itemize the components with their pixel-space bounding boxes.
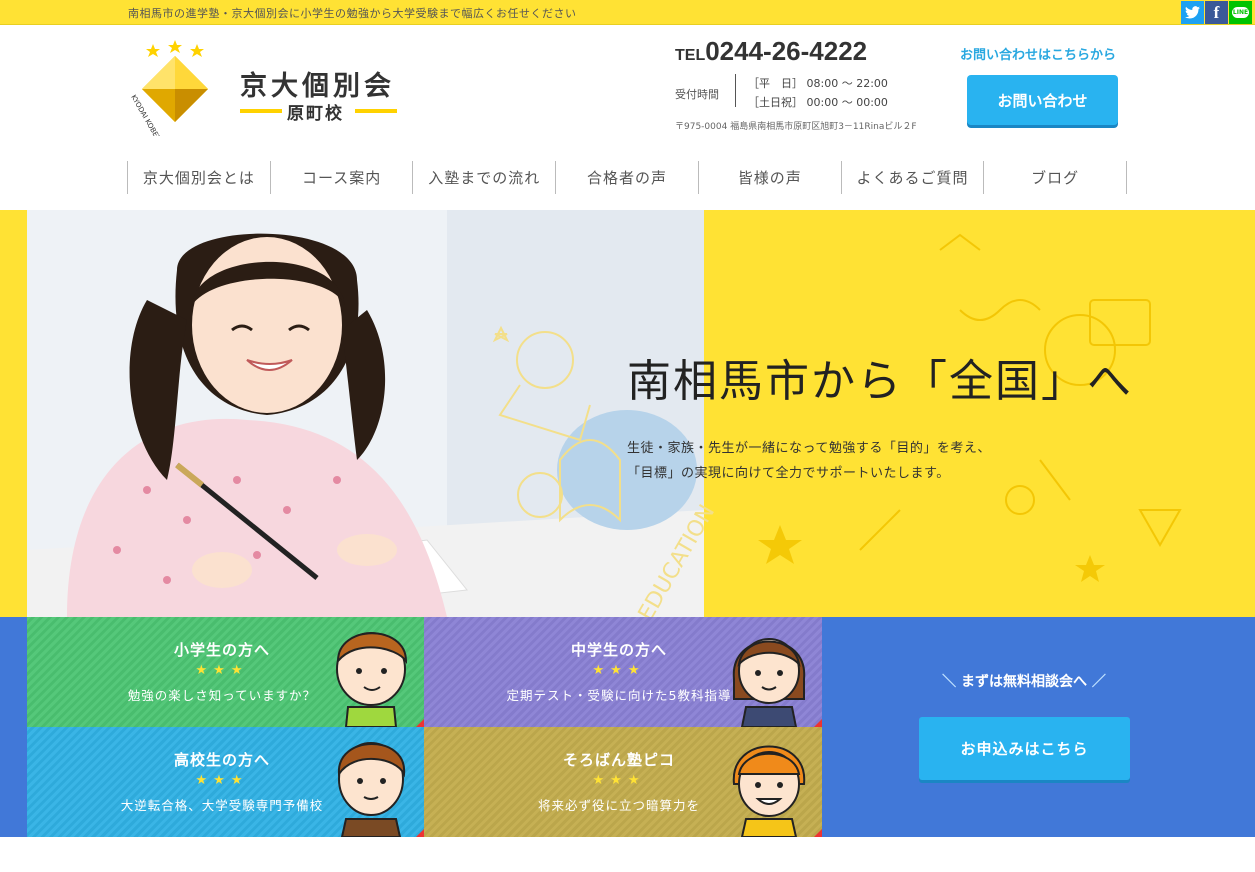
nav-item-success-stories[interactable]: 合格者の声 — [556, 161, 699, 194]
site-tagline: 南相馬市の進学塾・京大個別会に小学生の勉強から大学受験まで幅広くお任せください — [128, 7, 577, 20]
top-bar: 南相馬市の進学塾・京大個別会に小学生の勉強から大学受験まで幅広くお任せください — [0, 0, 1255, 25]
hero-title: 南相馬市から「全国」へ — [627, 356, 1133, 407]
hours-divider — [735, 74, 736, 107]
apply-button[interactable]: お申込みはこちら — [919, 717, 1130, 780]
logo-underline-right — [355, 109, 397, 113]
nav-item-testimonials[interactable]: 皆様の声 — [699, 161, 842, 194]
nav-item-faq[interactable]: よくあるご質問 — [842, 161, 985, 194]
logo-underline-left — [240, 109, 282, 113]
line-icon[interactable]: LINE — [1229, 1, 1252, 24]
course-card-high-school[interactable]: 高校生の方へ ★★★ 大逆転合格、大学受験専門予備校 — [27, 727, 424, 837]
hero-section: EDUCATION 南相馬市から「全国」へ 生徒・家族・先生が一緒になって勉強す… — [0, 210, 1255, 617]
nav-item-enrollment-flow[interactable]: 入塾までの流れ — [413, 161, 557, 194]
course-card-elementary[interactable]: 小学生の方へ ★★★ 勉強の楽しさ知っていますか？ — [27, 617, 424, 727]
logo-mark-icon[interactable]: KYODAI KOBETSUKAI — [125, 36, 225, 136]
course-card-abacus[interactable]: そろばん塾ピコ ★★★ 将来必ず役に立つ暗算力を — [424, 727, 822, 837]
facebook-icon[interactable]: f — [1205, 1, 1228, 24]
card-corner-marker — [814, 829, 822, 837]
boy-character-icon — [336, 632, 408, 727]
card-corner-marker — [416, 829, 424, 837]
twitter-icon[interactable] — [1181, 1, 1204, 24]
address: 〒975-0004 福島県南相馬市原町区旭町3－11Rinaビル２F — [675, 122, 917, 132]
card-corner-marker — [416, 719, 424, 727]
inquiry-prompt: お問い合わせはこちらから — [960, 48, 1117, 63]
school-doodles-decoration: EDUCATION — [492, 233, 1182, 617]
hours-weekend: ［土日祝］ 00:00 〜 00:00 — [748, 96, 888, 109]
course-card-junior-high[interactable]: 中学生の方へ ★★★ 定期テスト・受験に向けた5教科指導 — [424, 617, 822, 727]
hours-weekday: ［平 日］ 08:00 〜 22:00 — [748, 77, 888, 90]
nav-item-blog[interactable]: ブログ — [984, 161, 1128, 194]
girl-character-icon — [732, 638, 806, 727]
logo-title[interactable]: 京大個別会 — [240, 64, 395, 103]
nav-item-courses[interactable]: コース案内 — [271, 161, 414, 194]
high-school-boy-icon — [337, 742, 406, 837]
hours-label: 受付時間 — [675, 88, 719, 101]
logo-campus: 原町校 — [287, 104, 344, 124]
hero-subtitle: 生徒・家族・先生が一緒になって勉強する「目的」を考え、 「目標」の実現に向けて全… — [627, 441, 991, 481]
abacus-girl-icon — [732, 745, 806, 837]
nav-item-about[interactable]: 京大個別会とは — [128, 161, 271, 194]
main-nav: 京大個別会とは コース案内 入塾までの流れ 合格者の声 皆様の声 よくあるご質問… — [127, 161, 1128, 194]
svg-text:EDUCATION: EDUCATION — [634, 501, 720, 617]
inquiry-button[interactable]: お問い合わせ — [967, 75, 1118, 125]
card-corner-marker — [814, 719, 822, 727]
free-consultation-label: ＼ まずは無料相談会へ ／ — [942, 674, 1106, 690]
phone-number[interactable]: TEL0244-26-4222 — [675, 36, 867, 67]
